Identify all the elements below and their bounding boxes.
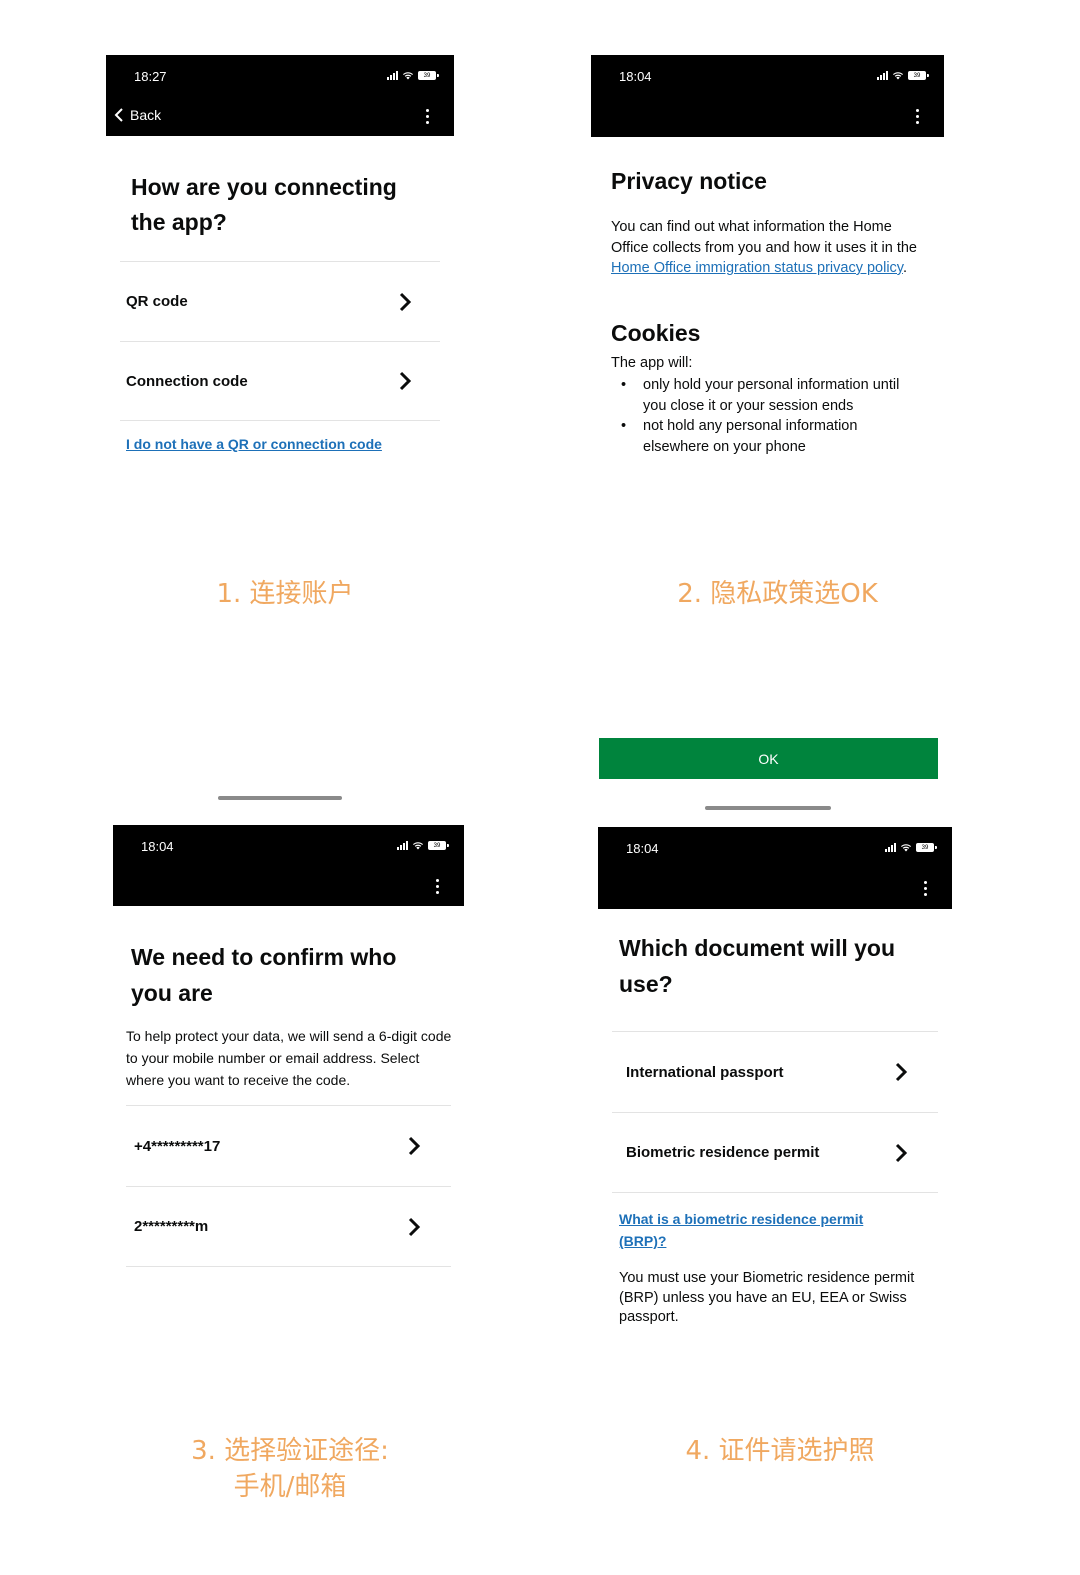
document-title: Which document will you use?: [619, 935, 895, 997]
status-icons: 39: [387, 71, 439, 80]
status-time: 18:27: [134, 69, 167, 84]
ok-button[interactable]: OK: [599, 738, 938, 779]
wifi-icon: [413, 842, 423, 850]
cookies-list: only hold your personal information unti…: [611, 375, 921, 457]
status-bar-screen3: 18:04 39: [113, 825, 464, 906]
more-options-icon[interactable]: [916, 109, 920, 125]
privacy-intro-text: You can find out what information the Ho…: [611, 219, 917, 256]
battery-icon: 39: [916, 843, 937, 852]
signal-icon: [885, 843, 896, 852]
back-label: Back: [130, 107, 162, 123]
more-options-icon[interactable]: [436, 879, 440, 895]
status-time: 18:04: [619, 69, 652, 84]
signal-icon: [387, 71, 398, 80]
cookies-intro: The app will:: [611, 355, 693, 371]
status-bar-screen2: 18:04 39: [591, 55, 944, 137]
option-email-address[interactable]: 2*********m: [126, 1186, 451, 1267]
brp-note: You must use your Biometric residence pe…: [619, 1270, 915, 1325]
brp-info-link[interactable]: What is a biometric residence permit (BR…: [619, 1208, 909, 1252]
chevron-left-icon: [114, 108, 123, 122]
option-international-passport[interactable]: International passport: [612, 1031, 938, 1112]
wifi-icon: [893, 72, 903, 80]
step-caption-3: 3. 选择验证途径: 手机/邮箱: [120, 1433, 460, 1505]
battery-icon: 39: [428, 841, 449, 850]
page-title: How are you connecting the app?: [131, 174, 397, 235]
step-caption-1: 1. 连接账户: [216, 579, 354, 609]
status-icons: 39: [397, 841, 449, 850]
status-time: 18:04: [626, 841, 659, 856]
privacy-intro-end: .: [902, 260, 908, 276]
chevron-right-icon: [895, 1143, 908, 1162]
more-options-icon[interactable]: [426, 109, 430, 125]
signal-icon: [877, 71, 888, 80]
privacy-intro: You can find out what information the Ho…: [611, 217, 921, 279]
status-time: 18:04: [141, 839, 174, 854]
confirm-description: To help protect your data, we will send …: [126, 1028, 452, 1088]
more-options-icon[interactable]: [924, 881, 928, 897]
status-icons: 39: [877, 71, 929, 80]
caption-line: 3. 选择验证途径:: [191, 1436, 389, 1466]
chevron-right-icon: [408, 1217, 421, 1236]
status-icons: 39: [885, 843, 937, 852]
battery-icon: 39: [418, 71, 439, 80]
status-bar-screen4: 18:04 39: [598, 827, 952, 909]
option-label: Biometric residence permit: [626, 1144, 820, 1161]
privacy-title: Privacy notice: [611, 168, 767, 194]
option-label: QR code: [126, 293, 188, 310]
step-caption-4: 4. 证件请选护照: [685, 1436, 875, 1466]
status-bar-screen1: 18:27 39 Back: [106, 55, 454, 136]
option-biometric-residence-permit[interactable]: Biometric residence permit: [612, 1112, 938, 1193]
chevron-right-icon: [399, 292, 412, 311]
option-label: +4*********17: [134, 1137, 221, 1155]
back-button[interactable]: Back: [114, 107, 161, 123]
confirm-title: We need to confirm who you are: [131, 944, 397, 1006]
chevron-right-icon: [399, 371, 412, 391]
home-indicator: [218, 796, 342, 800]
option-label: Connection code: [126, 372, 248, 390]
option-qr-code[interactable]: QR code: [120, 261, 440, 341]
option-label: International passport: [626, 1063, 784, 1081]
option-connection-code[interactable]: Connection code: [120, 341, 440, 421]
caption-line: 手机/邮箱: [233, 1472, 347, 1502]
list-item: not hold any personal information elsewh…: [611, 416, 921, 457]
list-item: only hold your personal information unti…: [611, 375, 921, 416]
signal-icon: [397, 841, 408, 850]
chevron-right-icon: [408, 1136, 421, 1156]
battery-icon: 39: [908, 71, 929, 80]
home-indicator: [705, 806, 831, 810]
step-caption-2: 2. 隐私政策选OK: [677, 579, 878, 609]
wifi-icon: [403, 72, 413, 80]
option-mobile-number[interactable]: +4*********17: [126, 1105, 451, 1186]
option-label: 2*********m: [134, 1218, 209, 1235]
cookies-title: Cookies: [611, 320, 701, 346]
wifi-icon: [901, 844, 911, 852]
chevron-right-icon: [895, 1062, 908, 1082]
no-code-link[interactable]: I do not have a QR or connection code: [126, 436, 382, 452]
privacy-policy-link[interactable]: Home Office immigration status privacy p…: [611, 260, 903, 276]
